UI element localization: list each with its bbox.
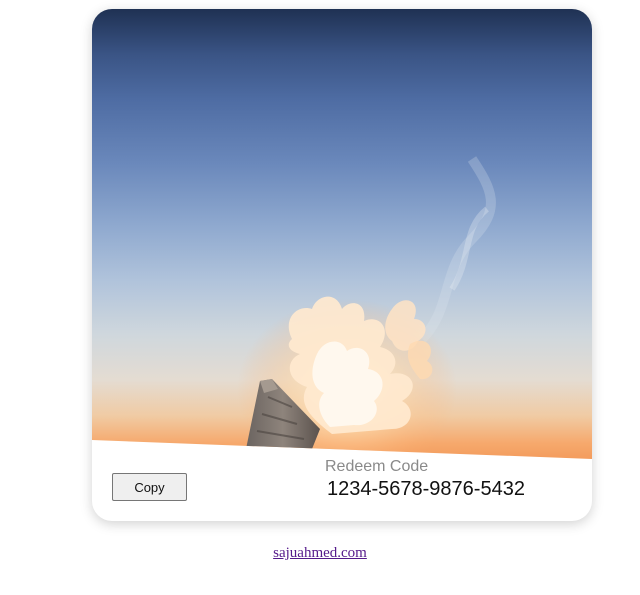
footer-site-link[interactable]: sajuahmed.com bbox=[273, 545, 367, 561]
redeem-code-label: Redeem Code bbox=[325, 458, 429, 475]
torch-flame-illustration bbox=[237, 156, 496, 459]
footer: sajuahmed.com bbox=[0, 545, 640, 562]
redeem-code-value: 1234-5678-9876-5432 bbox=[327, 478, 525, 500]
copy-code-button[interactable]: Copy bbox=[112, 473, 187, 501]
redeem-card: Copy Redeem Code 1234-5678-9876-5432 bbox=[92, 9, 592, 521]
card-hero-image bbox=[92, 9, 592, 459]
